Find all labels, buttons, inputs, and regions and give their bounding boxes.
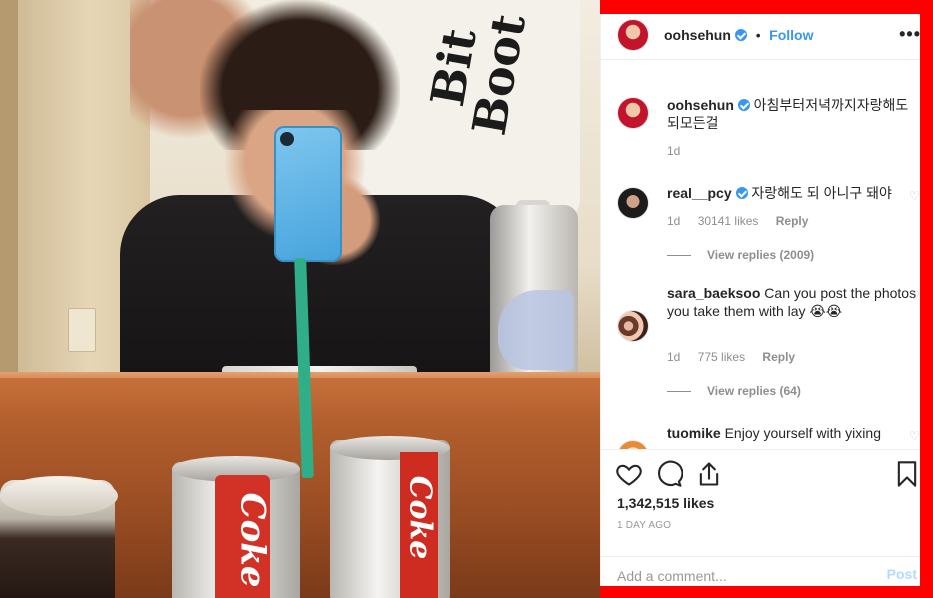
post-side-panel: oohsehun • Follow ••• oohsehun 아침부터저녁까지자… [600,14,920,586]
commenter-avatar[interactable] [617,97,649,129]
photo-can-left-text: Coke [232,492,273,588]
comment-like-heart-icon[interactable]: ♡ [909,290,920,302]
comment-body: real__pcy 자랑해도 되 아니구 돼야 [667,184,919,202]
comment-meta: 1d 775 likes Reply [667,350,809,364]
photo-mirror-frame [0,0,18,390]
share-icon[interactable] [695,460,723,488]
comment-text: Enjoy yourself with yixing [724,425,881,441]
view-replies-label: View replies (64) [707,384,801,398]
photo-phone [274,126,342,262]
comment-item: tuomike Enjoy yourself with yixing ♡ [617,424,920,449]
commenter-avatar[interactable] [617,187,649,219]
comment-input[interactable] [617,565,867,586]
photo-shirt-print-text: Bit Boot [420,10,536,140]
author-username[interactable]: oohsehun [664,27,731,43]
author-line: oohsehun • Follow [664,27,813,45]
comment-age[interactable]: 1d [667,214,680,228]
follow-button[interactable]: Follow [769,27,813,43]
comment-reply-button[interactable]: Reply [776,214,809,228]
more-icon[interactable]: ••• [899,24,920,45]
comment-reply-button[interactable]: Reply [762,350,795,364]
comment-body: sara_baeksoo Can you post the photos you… [667,284,919,320]
action-bar [601,449,920,497]
comment-meta: 1d 30141 likes Reply [667,214,822,228]
verified-icon [737,99,750,111]
post-photo[interactable]: Bit Boot Coke Coke [0,0,600,598]
comment-item: sara_baeksoo Can you post the photos you… [617,284,920,404]
comment-icon[interactable] [655,460,683,488]
comment-likes[interactable]: 775 likes [698,350,745,364]
comment-body: oohsehun 아침부터저녁까지자랑해도되모든걸 [667,96,919,132]
commenter-username[interactable]: tuomike [667,425,721,441]
bookmark-icon[interactable] [893,460,920,488]
author-avatar[interactable] [617,19,649,51]
verified-icon [735,29,748,41]
commenter-avatar[interactable] [617,440,649,449]
post-comment-button[interactable]: Post [887,566,917,582]
photo-spray-label [498,290,574,370]
view-replies-line [667,390,691,392]
comment-like-heart-icon[interactable]: ♡ [909,190,920,202]
photo-light-switch [68,308,96,352]
comments-list[interactable]: oohsehun 아침부터저녁까지자랑해도되모든걸 1d real__pcy 자… [601,59,920,449]
heart-icon[interactable] [615,460,643,488]
comment-meta: 1d [667,144,694,158]
verified-icon [735,187,748,199]
view-replies-line [667,254,691,256]
commenter-username[interactable]: real__pcy [667,185,732,201]
photo-phone-camera [280,132,294,146]
post-age[interactable]: 1 DAY AGO [617,520,671,531]
commenter-username[interactable]: sara_baeksoo [667,285,760,301]
view-replies-button[interactable]: View replies (64) [667,384,801,398]
caption-comment: oohsehun 아침부터저녁까지자랑해도되모든걸 1d [617,94,920,158]
add-comment-bar: Post [601,556,920,586]
comment-like-heart-icon[interactable]: ♡ [909,430,920,442]
like-count[interactable]: 1,342,515 likes [617,495,714,511]
photo-cup-lid [0,476,118,516]
comment-body: tuomike Enjoy yourself with yixing [667,424,919,442]
commenter-username[interactable]: oohsehun [667,97,734,113]
comment-age[interactable]: 1d [667,350,680,364]
separator-dot: • [755,27,761,43]
view-replies-label: View replies (2009) [707,248,815,262]
view-replies-button[interactable]: View replies (2009) [667,248,814,262]
comment-text: 자랑해도 되 아니구 돼야 [751,185,892,201]
photo-can-right-text: Coke [402,475,438,560]
comment-age[interactable]: 1d [667,144,680,158]
post-header: oohsehun • Follow ••• [601,14,920,58]
commenter-avatar[interactable] [617,310,649,342]
comment-item: real__pcy 자랑해도 되 아니구 돼야 ♡ 1d 30141 likes… [617,184,920,280]
comment-likes[interactable]: 30141 likes [698,214,759,228]
